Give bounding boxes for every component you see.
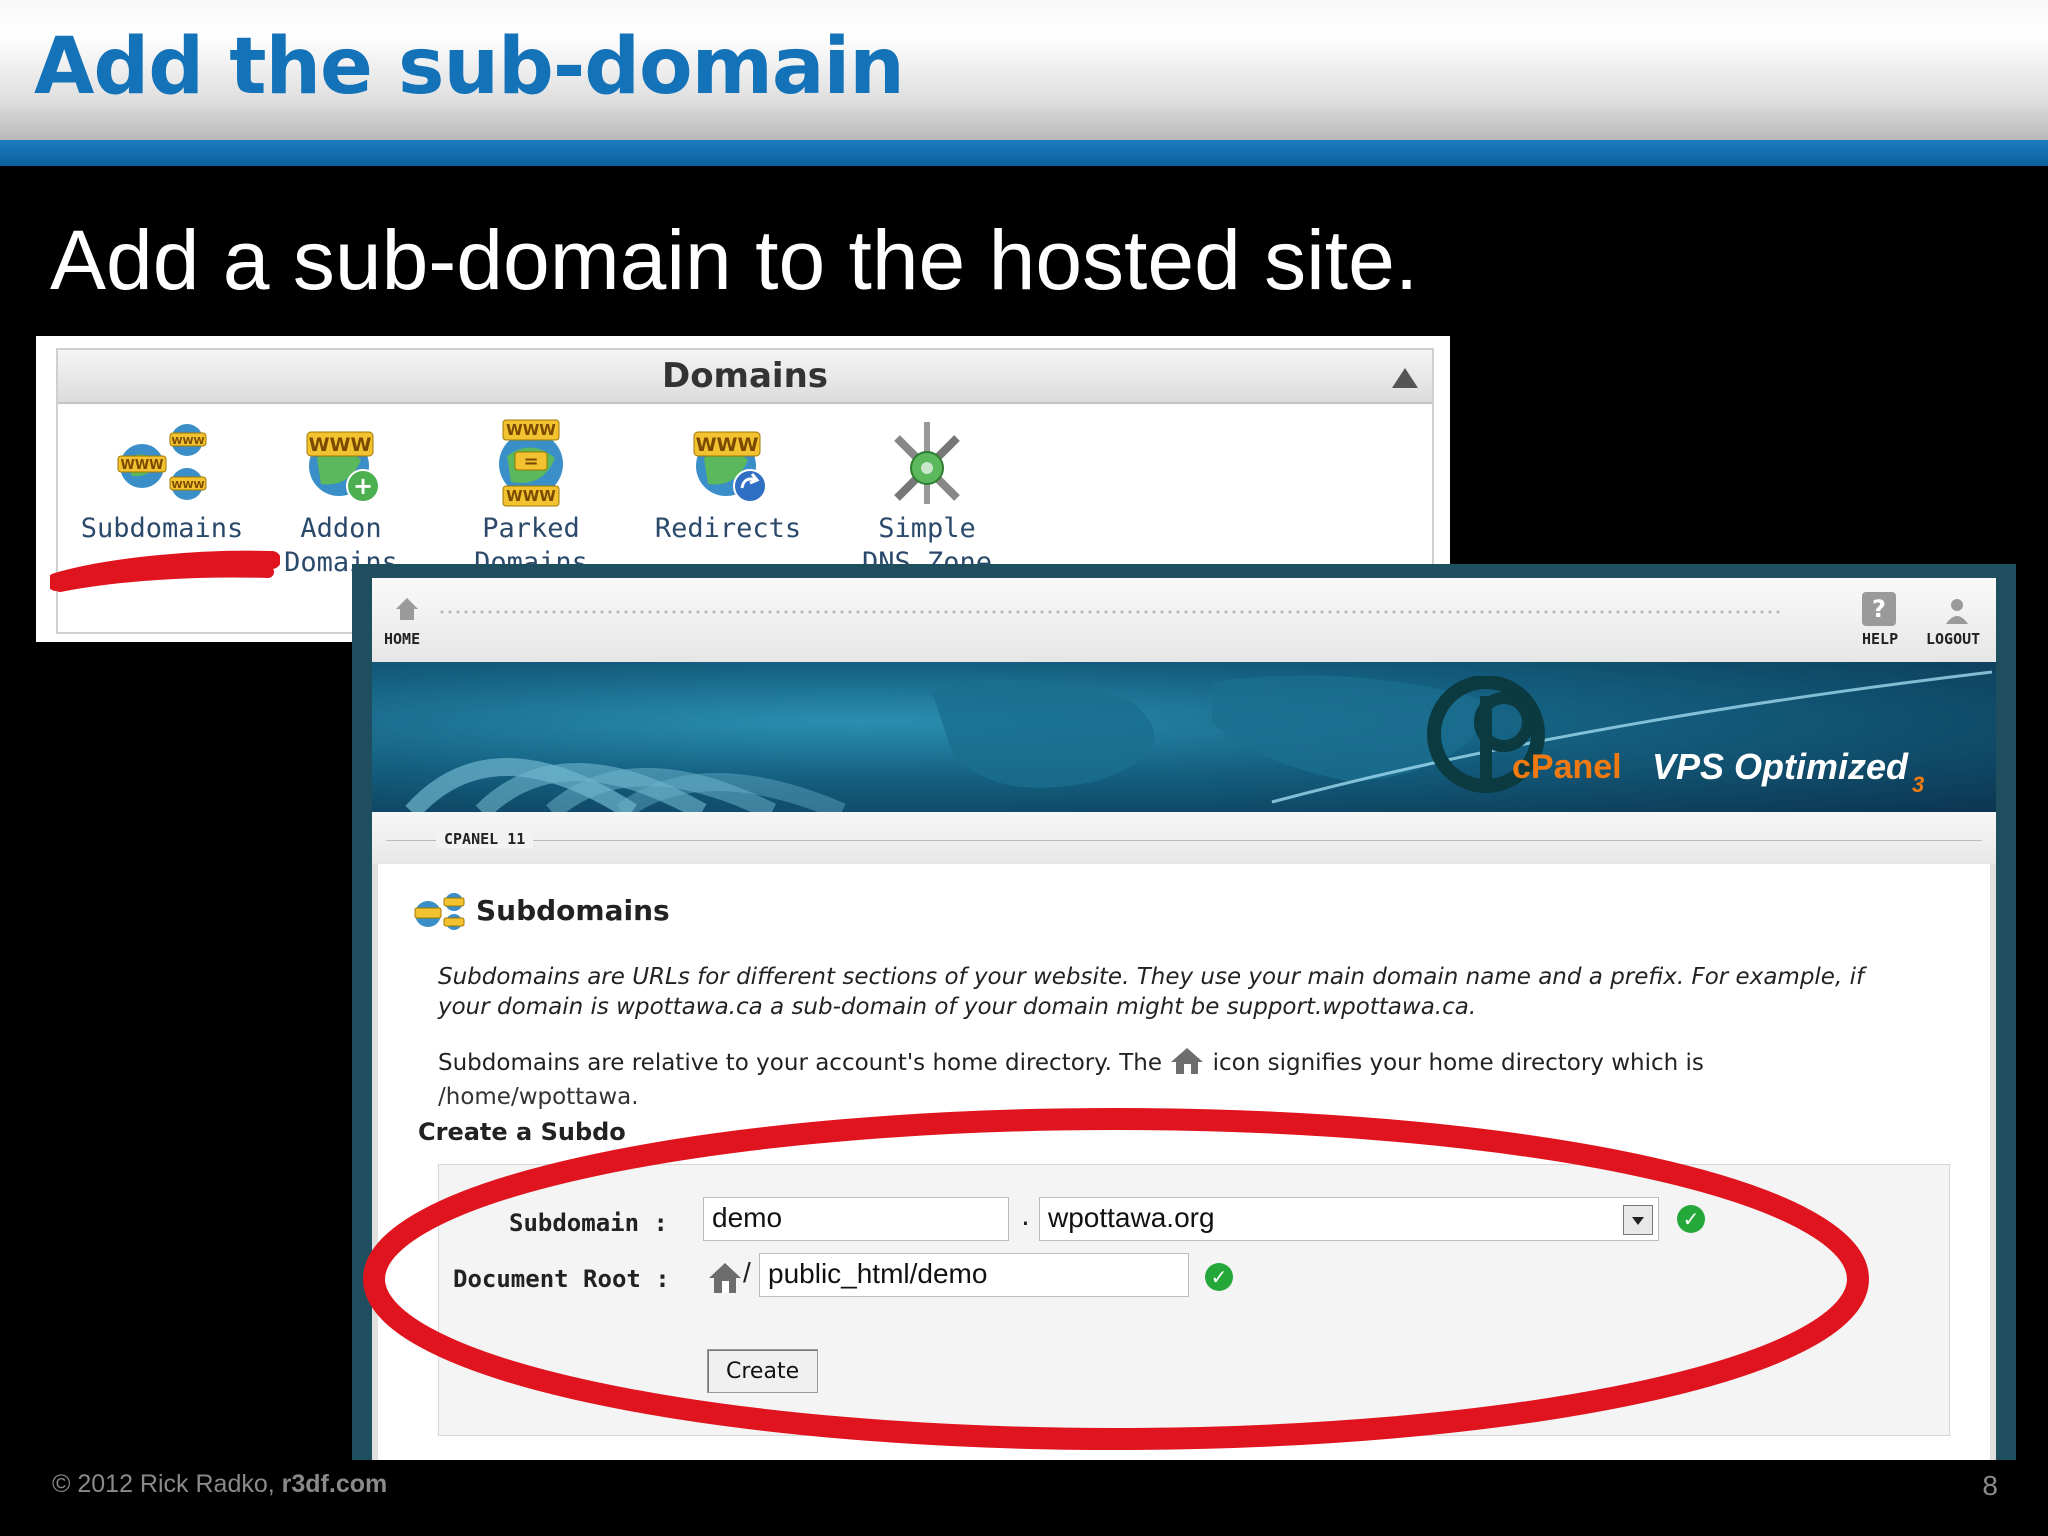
subdomains-section-icon xyxy=(414,893,465,930)
domain-item-label: Simple xyxy=(878,513,976,544)
document-root-slash: / xyxy=(743,1257,751,1288)
description-line-2: your domain is wpottawa.ca a sub-domain … xyxy=(438,994,1477,1020)
domain-item-label: Redirects xyxy=(654,513,802,544)
cpanel-toolbar: HOME ? HELP LOGOUT xyxy=(372,578,1996,663)
svg-text:WWW: WWW xyxy=(120,458,163,473)
footer-site: r3df.com xyxy=(281,1470,388,1498)
parked-domains-icon: WWW = WWW xyxy=(499,419,563,507)
domains-panel-title: Domains xyxy=(661,356,829,396)
redirects-icon: WWW xyxy=(693,431,767,503)
banner-graphic xyxy=(405,670,1993,812)
domain-item-label: Parked xyxy=(482,513,580,544)
slide-title: Add the sub-domain xyxy=(34,22,905,112)
document-root-input[interactable]: public_html/demo xyxy=(759,1253,1189,1297)
domain-item-parked-domains[interactable]: WWW = WWW Parked Domains xyxy=(456,418,606,580)
cpanel-window: HOME ? HELP LOGOUT cPanel VPS Optimized … xyxy=(352,564,2016,1460)
home-directory-path: /home/wpottawa. xyxy=(438,1084,639,1110)
breadcrumb: CPANEL 11 xyxy=(372,812,1996,864)
logout-link[interactable]: LOGOUT xyxy=(1926,630,1980,648)
home-directory-icon xyxy=(709,1263,741,1293)
domain-separator: . xyxy=(1021,1199,1030,1232)
create-subdomain-form: Subdomain : demo . wpottawa.org ✓ Docume… xyxy=(438,1164,1950,1436)
domain-item-redirects[interactable]: WWW Redirects xyxy=(648,418,808,546)
svg-text:WWW: WWW xyxy=(506,487,556,505)
domain-item-label: Addon xyxy=(300,513,382,544)
svg-text:WWW: WWW xyxy=(309,434,372,456)
home-icon[interactable] xyxy=(394,596,420,622)
breadcrumb-label[interactable]: CPANEL 11 xyxy=(436,830,534,848)
page-number: 8 xyxy=(1982,1470,1998,1501)
banner-brand: cPanel xyxy=(1512,748,1622,786)
subdomain-valid-icon: ✓ xyxy=(1677,1205,1705,1233)
home-directory-note: Subdomains are relative to your account'… xyxy=(438,1046,1704,1079)
svg-text:=: = xyxy=(523,451,538,472)
domains-panel-header[interactable]: Domains xyxy=(58,350,1432,404)
help-icon[interactable]: ? xyxy=(1862,592,1896,626)
logout-icon[interactable] xyxy=(1942,596,1972,626)
document-root-valid-icon: ✓ xyxy=(1205,1263,1233,1291)
create-subdomain-title: Create a Subdo xyxy=(418,1118,626,1146)
description-line-1: Subdomains are URLs for different sectio… xyxy=(438,964,1865,990)
breadcrumb-rule xyxy=(386,840,1982,841)
domain-item-simple-dns-zone[interactable]: Simple DNS Zone xyxy=(842,418,1012,580)
domain-item-label: Subdomains xyxy=(80,513,244,544)
chevron-down-icon[interactable] xyxy=(1623,1205,1653,1235)
subdomain-label: Subdomain : xyxy=(509,1209,668,1237)
header-accent-bar xyxy=(0,140,2048,166)
dns-zone-icon xyxy=(894,422,960,504)
svg-text:WWW: WWW xyxy=(696,434,759,456)
collapse-arrow-icon[interactable] xyxy=(1392,368,1418,388)
cpanel-window-inner: HOME ? HELP LOGOUT cPanel VPS Optimized … xyxy=(372,578,1996,1460)
banner-version: 3 xyxy=(1912,772,1925,797)
domain-select[interactable]: wpottawa.org xyxy=(1039,1197,1659,1241)
home-note-part-1: Subdomains are relative to your account'… xyxy=(438,1050,1170,1076)
subdomains-content: Subdomains Subdomains are URLs for diffe… xyxy=(372,864,1996,1460)
subdomain-input[interactable]: demo xyxy=(703,1197,1009,1241)
subdomains-icon: WWW WWW WWW xyxy=(117,424,207,500)
banner-product: VPS Optimized xyxy=(1652,746,1909,787)
toolbar-dots xyxy=(438,608,1784,618)
svg-text:WWW: WWW xyxy=(171,436,204,447)
home-note-part-2: icon signifies your home directory which… xyxy=(1212,1050,1704,1076)
help-link[interactable]: HELP xyxy=(1862,630,1898,648)
slide-footer: © 2012 Rick Radko, r3df.com xyxy=(52,1470,387,1499)
svg-text:WWW: WWW xyxy=(506,421,556,439)
document-root-label: Document Root : xyxy=(453,1265,670,1293)
svg-text:WWW: WWW xyxy=(171,480,204,491)
home-link[interactable]: HOME xyxy=(384,630,420,648)
domain-item-addon-domains[interactable]: WWW + Addon Domains xyxy=(266,418,416,580)
footer-copyright: © 2012 Rick Radko, xyxy=(52,1470,282,1498)
addon-domains-icon: WWW + xyxy=(306,431,380,503)
create-button[interactable]: Create xyxy=(707,1349,819,1393)
home-directory-icon xyxy=(1171,1048,1204,1074)
slide-subtitle: Add a sub-domain to the hosted site. xyxy=(50,213,1419,307)
red-underline-annotation xyxy=(50,550,280,592)
cpanel-banner: cPanel VPS Optimized 3 xyxy=(372,662,1996,812)
svg-text:+: + xyxy=(353,472,373,500)
section-title: Subdomains xyxy=(476,894,670,927)
domain-item-subdomains[interactable]: WWW WWW WWW Subdomains xyxy=(72,418,252,546)
